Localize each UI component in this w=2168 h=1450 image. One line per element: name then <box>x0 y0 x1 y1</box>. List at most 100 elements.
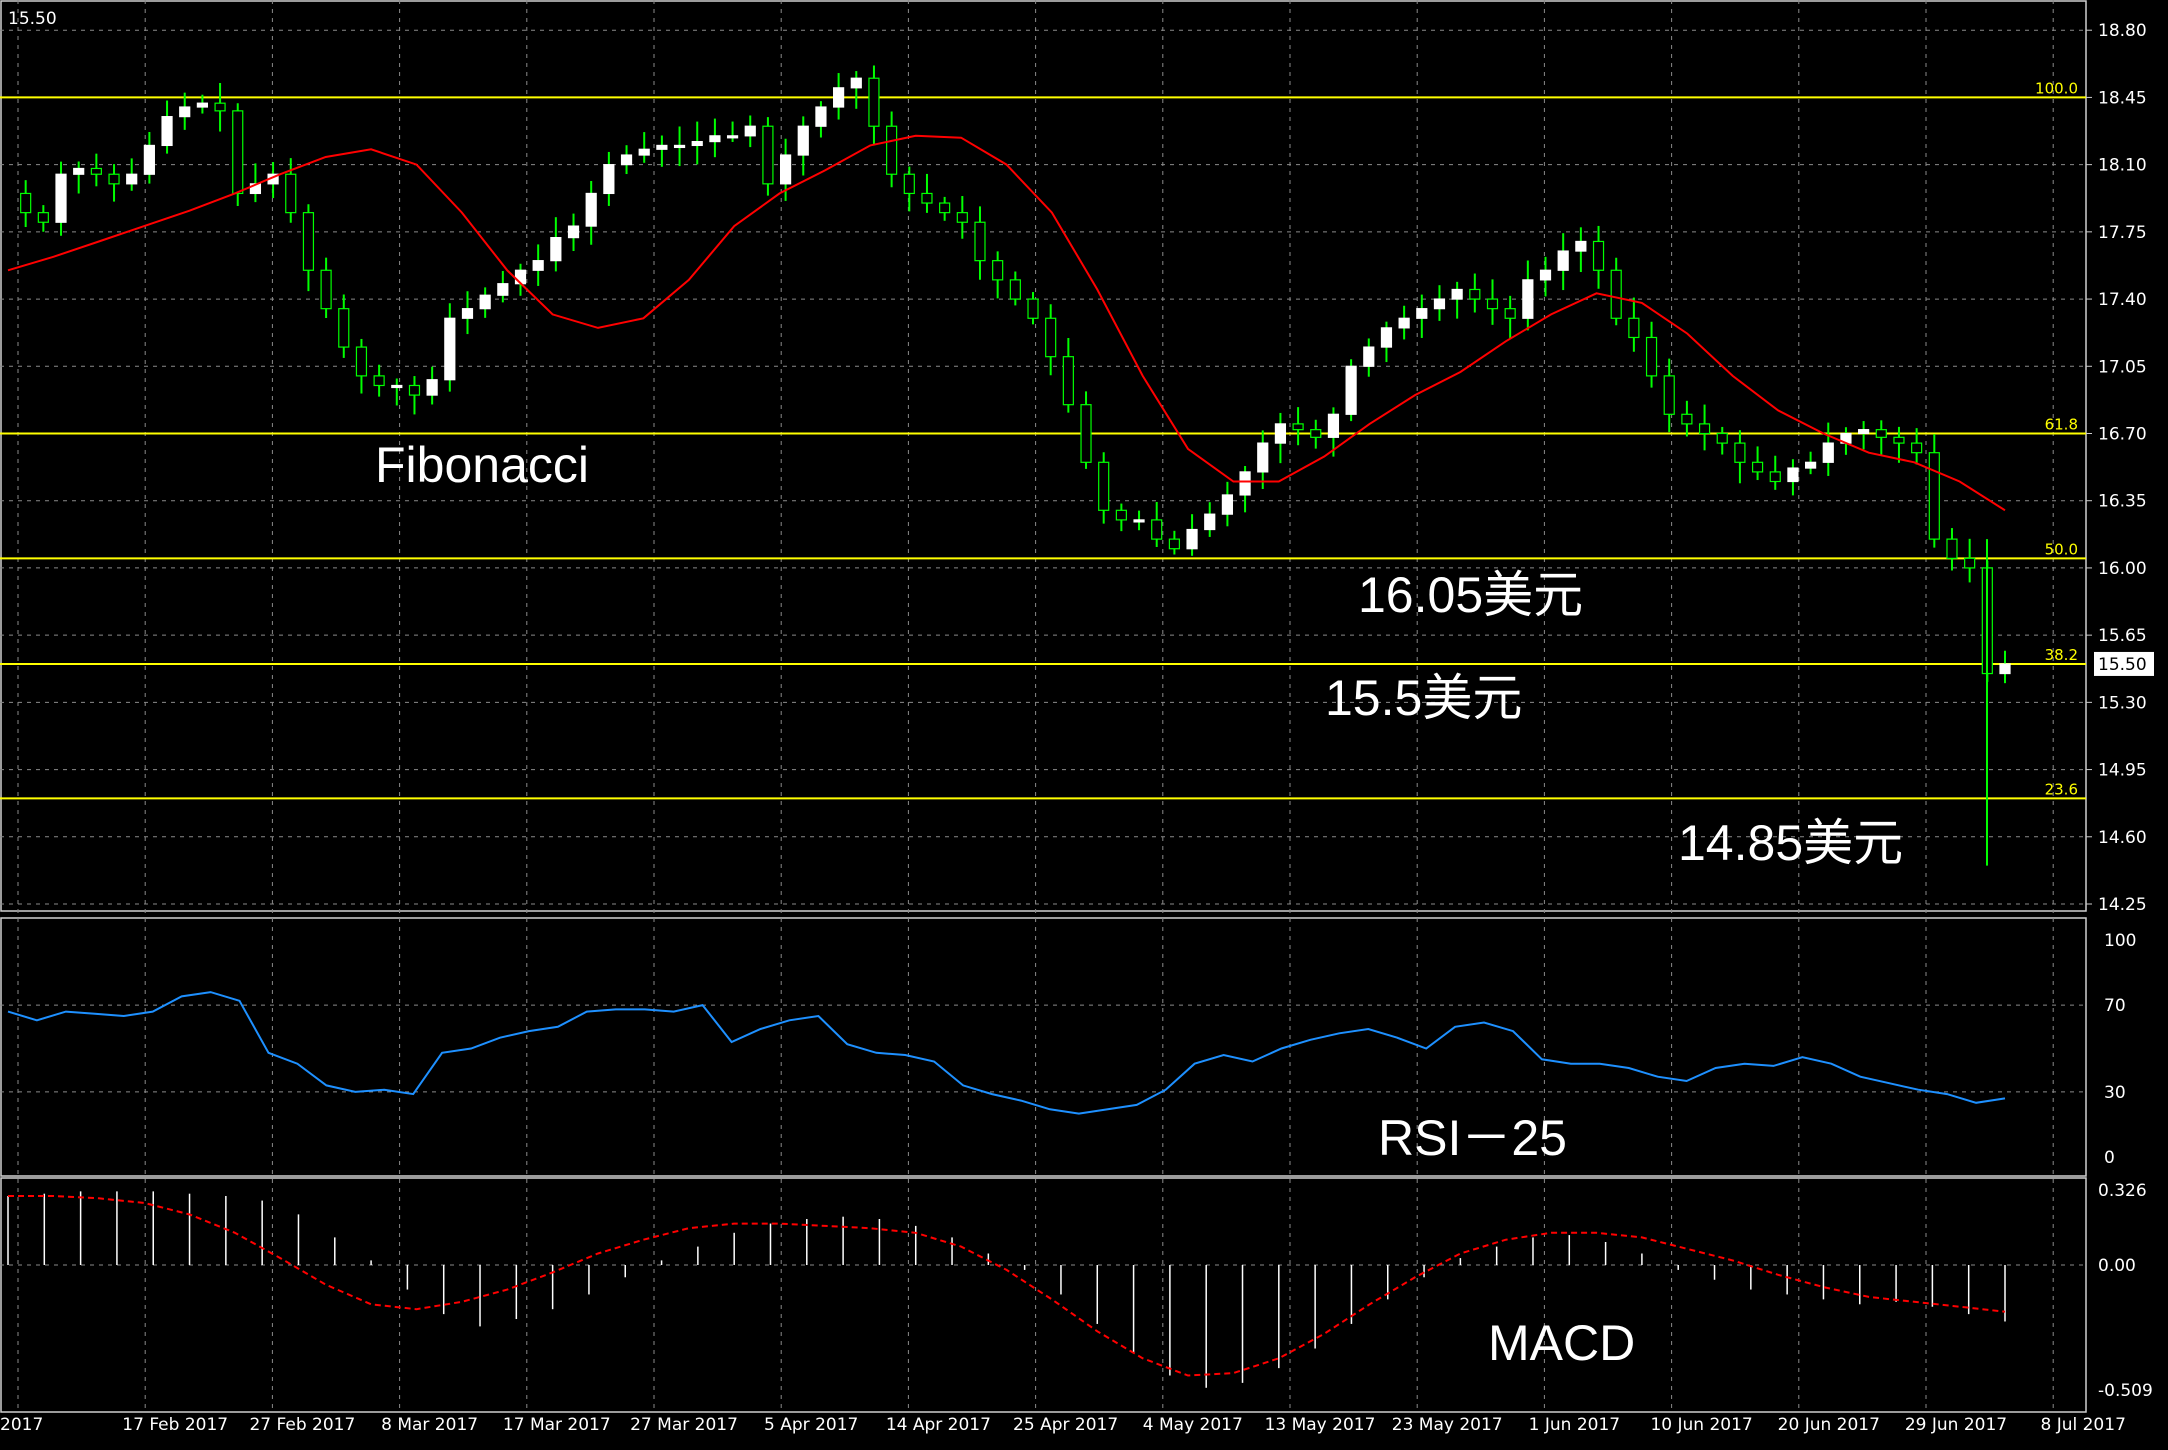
candle-body <box>567 225 580 239</box>
candle-body <box>1628 317 1640 339</box>
candle-body <box>1539 269 1552 281</box>
fib-level-label: 100.0 <box>2035 79 2078 97</box>
candle-body <box>373 375 385 387</box>
date-tick-label: 14 Apr 2017 <box>886 1415 991 1435</box>
candle-body <box>90 167 102 175</box>
date-tick-label: 2017 <box>0 1415 43 1435</box>
candle-body <box>1716 432 1728 444</box>
candle-body <box>779 154 792 185</box>
candle-body <box>1416 308 1428 319</box>
candle-body <box>444 317 456 381</box>
candle-body <box>1009 279 1021 300</box>
candle-body <box>603 164 615 195</box>
candle-body <box>1221 494 1234 515</box>
candle-body <box>1522 279 1534 319</box>
price-annotation-155: 15.5美元 <box>1325 670 1522 726</box>
candle-body <box>461 308 474 319</box>
price-tick-label: 15.30 <box>2098 693 2147 713</box>
candle-body <box>974 221 986 262</box>
candle-body <box>426 379 438 396</box>
candle-body <box>196 102 208 108</box>
candle-body <box>1292 423 1304 431</box>
rsi-tick-label: 0 <box>2104 1148 2115 1168</box>
candle-body <box>903 173 915 195</box>
candle-body <box>1645 336 1658 377</box>
candle-body <box>1062 356 1074 406</box>
price-tick-label: 17.05 <box>2098 357 2147 377</box>
candle-body <box>1380 327 1393 348</box>
date-tick-label: 4 May 2017 <box>1143 1415 1243 1435</box>
candle-body <box>833 87 845 108</box>
date-tick-label: 13 May 2017 <box>1265 1415 1376 1435</box>
candle-body <box>232 110 244 195</box>
date-tick-label: 5 Apr 2017 <box>764 1415 858 1435</box>
candle-body <box>850 77 862 89</box>
current-price-label: 15.50 <box>2098 655 2147 675</box>
candle-body <box>108 173 120 185</box>
date-tick-label: 1 Jun 2017 <box>1529 1415 1620 1435</box>
candle-body <box>726 135 739 139</box>
price-tick-label: 17.75 <box>2098 223 2147 243</box>
candle-body <box>73 167 85 175</box>
candle-body <box>1805 461 1817 469</box>
price-tick-label: 15.65 <box>2098 626 2147 646</box>
fib-level-label: 50.0 <box>2045 540 2078 558</box>
candle-body <box>1363 346 1375 367</box>
candle-body <box>1310 429 1322 438</box>
candle-body <box>126 173 138 185</box>
candle-body <box>956 212 968 223</box>
price-tick-label: 16.70 <box>2098 424 2147 444</box>
candle-body <box>1204 513 1216 531</box>
candle-body <box>1610 269 1622 319</box>
date-tick-label: 17 Mar 2017 <box>503 1415 611 1435</box>
candle-body <box>1257 442 1269 473</box>
candle-body <box>391 384 403 389</box>
candle-body <box>302 212 315 271</box>
candle-body <box>550 237 562 262</box>
candle-body <box>620 154 633 166</box>
date-tick-label: 25 Apr 2017 <box>1013 1415 1118 1435</box>
candle-body <box>1734 442 1746 463</box>
candle-body <box>815 106 827 127</box>
price-tick-label: 18.45 <box>2098 88 2147 108</box>
fib-level-label: 23.6 <box>2045 780 2078 798</box>
candle-body <box>1751 461 1764 473</box>
candle-body <box>638 148 650 156</box>
date-tick-label: 23 May 2017 <box>1392 1415 1503 1435</box>
candle-body <box>1787 467 1799 483</box>
candle-body <box>1875 429 1887 438</box>
candle-body <box>1345 365 1357 415</box>
candle-body <box>1681 413 1693 425</box>
candle-body <box>355 346 368 377</box>
date-tick-label: 20 Jun 2017 <box>1778 1415 1880 1435</box>
candle-body <box>408 384 421 396</box>
candle-body <box>1858 429 1870 435</box>
candle-body <box>532 260 544 271</box>
candle-body <box>143 144 155 175</box>
candle-body <box>1769 471 1781 483</box>
price-annotation-1605: 16.05美元 <box>1358 567 1583 623</box>
rsi-annotation: RSI－25 <box>1378 1110 1567 1166</box>
candle-body <box>1504 308 1516 319</box>
candle-body <box>285 173 297 214</box>
candle-body <box>1098 461 1110 511</box>
candle-body <box>868 77 880 127</box>
rsi-tick-label: 100 <box>2104 931 2136 951</box>
candle-body <box>320 269 332 310</box>
candle-body <box>1486 298 1499 310</box>
candle-body <box>691 140 703 147</box>
candle-body <box>1451 288 1463 300</box>
candle-body <box>1239 471 1251 496</box>
candle-body <box>1557 250 1569 271</box>
candle-body <box>1946 538 1958 559</box>
candle-body <box>585 192 597 227</box>
candle-body <box>1327 413 1340 438</box>
candle-body <box>921 192 933 204</box>
macd-annotation: MACD <box>1488 1315 1635 1371</box>
candle-body <box>1964 557 1976 569</box>
candle-body <box>1663 375 1675 415</box>
candle-body <box>797 125 809 156</box>
stock-chart: 100.0 61.8 50.0 38.2 23.6 2017 17 Feb 2017 27 … <box>0 0 2168 1450</box>
candle <box>762 117 774 196</box>
candle-body <box>1592 240 1605 271</box>
